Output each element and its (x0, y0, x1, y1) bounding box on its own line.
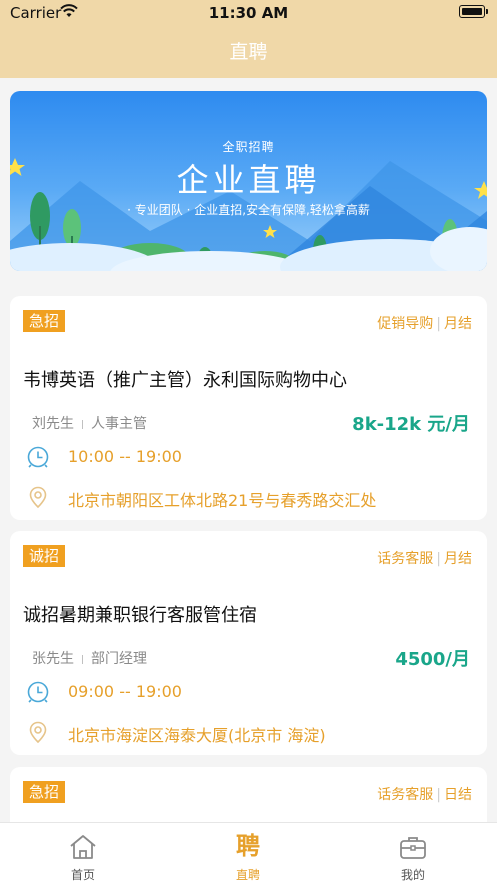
clock-icon (27, 446, 49, 468)
job-card[interactable]: 诚招 话务客服 | 月结 诚招暑期兼职银行客服管住宿 张先生 部门经理 4500/月 … (10, 531, 487, 755)
banner-subtitle: 全职招聘 (222, 140, 275, 154)
pay-cycle-label: 月结 (444, 551, 472, 567)
pin-glyph-icon: 聘 (236, 832, 260, 860)
tab-mine[interactable]: 我的 (368, 823, 458, 883)
sincere-tag: 诚招 (23, 545, 66, 567)
job-category: 促销导购 | 月结 (377, 316, 472, 332)
contact-info: 刘先生 人事主管 (32, 413, 147, 433)
contact-role: 部门经理 (91, 651, 147, 667)
job-category: 话务客服 | 月结 (377, 551, 472, 567)
tab-label: 首页 (70, 868, 95, 882)
pay-cycle-label: 日结 (444, 787, 472, 803)
job-address: 北京市海淀区海泰大厦(北京市 海淀) (68, 726, 326, 745)
home-icon (70, 835, 96, 859)
tab-bar: 首页 聘 直聘 我的 (0, 822, 497, 883)
briefcase-icon (400, 837, 426, 859)
salary: 8k-12k 元/月 (352, 414, 470, 435)
category-label: 促销导购 (377, 316, 434, 332)
location-pin-icon (29, 486, 47, 509)
battery-icon (459, 5, 488, 18)
banner-title: 企业直聘 (176, 161, 321, 199)
job-title: 诚招暑期兼职银行客服管住宿 (23, 605, 257, 626)
tab-label: 我的 (400, 868, 425, 882)
work-hours: 09:00 -- 19:00 (68, 682, 182, 701)
clock-icon (27, 681, 49, 703)
tab-home[interactable]: 首页 (38, 823, 128, 883)
salary: 4500/月 (395, 649, 470, 670)
status-bar: Carrier 11:30 AM (0, 0, 497, 26)
category-label: 话务客服 (377, 551, 434, 567)
urgent-tag: 急招 (23, 781, 66, 803)
category-label: 话务客服 (377, 787, 434, 803)
work-hours: 10:00 -- 19:00 (68, 447, 182, 466)
job-category: 话务客服 | 日结 (377, 787, 472, 803)
contact-role: 人事主管 (91, 416, 147, 432)
banner-slogan: · 专业团队 · 企业直招,安全有保障,轻松拿高薪 (127, 203, 370, 217)
top-bar: Carrier 11:30 AM 直聘 (0, 0, 497, 78)
urgent-tag: 急招 (23, 310, 66, 332)
tab-zhipin[interactable]: 聘 直聘 (203, 823, 293, 883)
job-address: 北京市朝阳区工体北路21号与春秀路交汇处 (68, 491, 377, 510)
location-pin-icon (29, 721, 47, 744)
contact-info: 张先生 部门经理 (32, 648, 147, 668)
job-card[interactable]: 急招 促销导购 | 月结 韦博英语（推广主管）永利国际购物中心 刘先生 人事主管 8k… (10, 296, 487, 520)
contact-name: 张先生 (32, 651, 74, 667)
pay-cycle-label: 月结 (444, 316, 472, 332)
job-title: 韦博英语（推广主管）永利国际购物中心 (23, 370, 347, 391)
contact-name: 刘先生 (32, 416, 74, 432)
clock-time: 11:30 AM (208, 4, 289, 22)
promo-banner[interactable]: 全职招聘 企业直聘 · 专业团队 · 企业直招,安全有保障,轻松拿高薪 (10, 91, 487, 271)
tab-label: 直聘 (235, 868, 260, 882)
page-title: 直聘 (229, 41, 268, 63)
